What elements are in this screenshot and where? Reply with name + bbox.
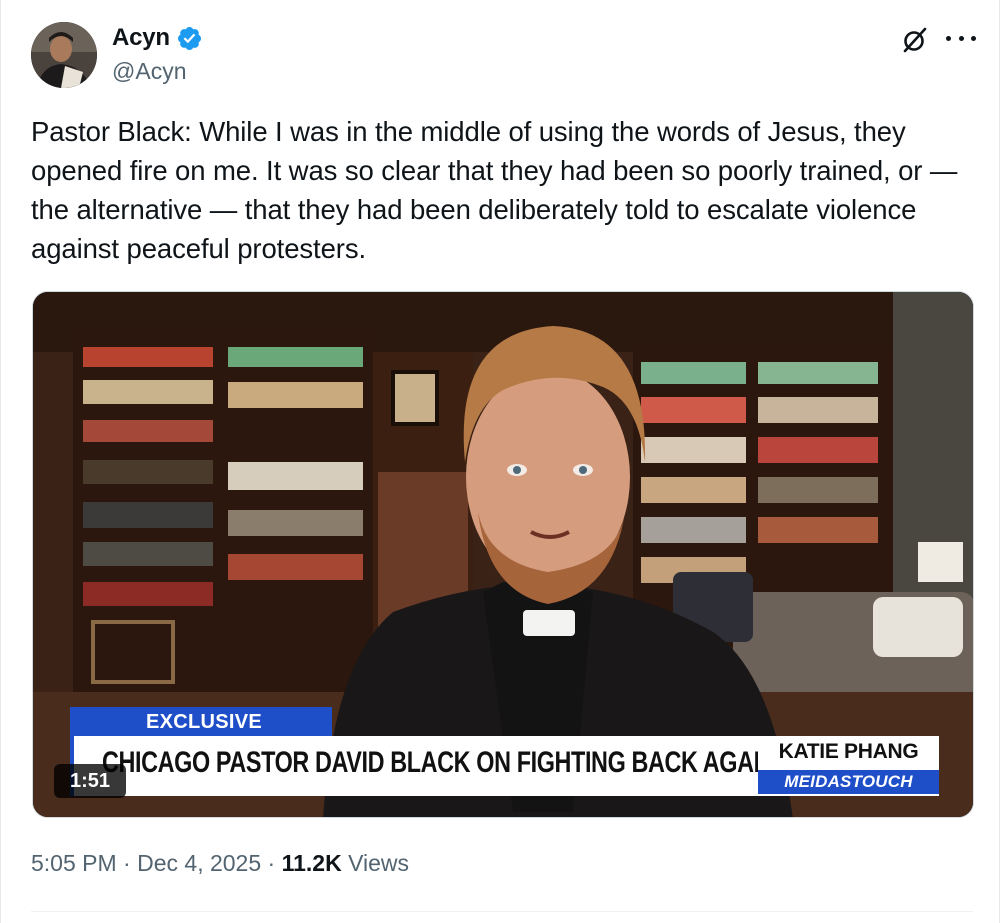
views-count[interactable]: 11.2K [282, 850, 342, 876]
chyron-headline: CHICAGO PASTOR DAVID BLACK ON FIGHTING B… [102, 746, 850, 779]
chyron-host-box: KATIE PHANG MEIDASTOUCH [758, 736, 939, 796]
meta-separator: · [123, 850, 131, 876]
views-label: Views [348, 850, 410, 876]
video-duration-badge: 1:51 [54, 764, 126, 798]
tweet-card: Acyn @Acyn Pastor Black: While I was in … [0, 0, 1000, 923]
divider [31, 911, 973, 912]
tweet-meta: 5:05 PM · Dec 4, 2025 · 11.2K Views [31, 850, 409, 877]
tweet-date[interactable]: Dec 4, 2025 [137, 850, 261, 876]
meta-separator: · [267, 850, 276, 876]
grok-icon[interactable] [900, 25, 930, 55]
tweet-time[interactable]: 5:05 PM [31, 850, 117, 876]
more-options-icon[interactable] [946, 26, 976, 50]
verified-badge-icon [176, 25, 203, 52]
chyron-headline-bar: CHICAGO PASTOR DAVID BLACK ON FIGHTING B… [70, 736, 850, 796]
author-handle[interactable]: @Acyn [112, 58, 186, 85]
chyron-exclusive-tag: EXCLUSIVE [70, 707, 332, 737]
author-name-row[interactable]: Acyn [112, 24, 203, 52]
chyron-network: MEIDASTOUCH [758, 770, 939, 794]
video-player[interactable]: EXCLUSIVE CHICAGO PASTOR DAVID BLACK ON … [32, 291, 974, 818]
avatar[interactable] [31, 22, 97, 88]
tweet-text: Pastor Black: While I was in the middle … [31, 116, 958, 264]
display-name[interactable]: Acyn [112, 24, 170, 52]
chyron-host-name: KATIE PHANG [778, 740, 919, 763]
